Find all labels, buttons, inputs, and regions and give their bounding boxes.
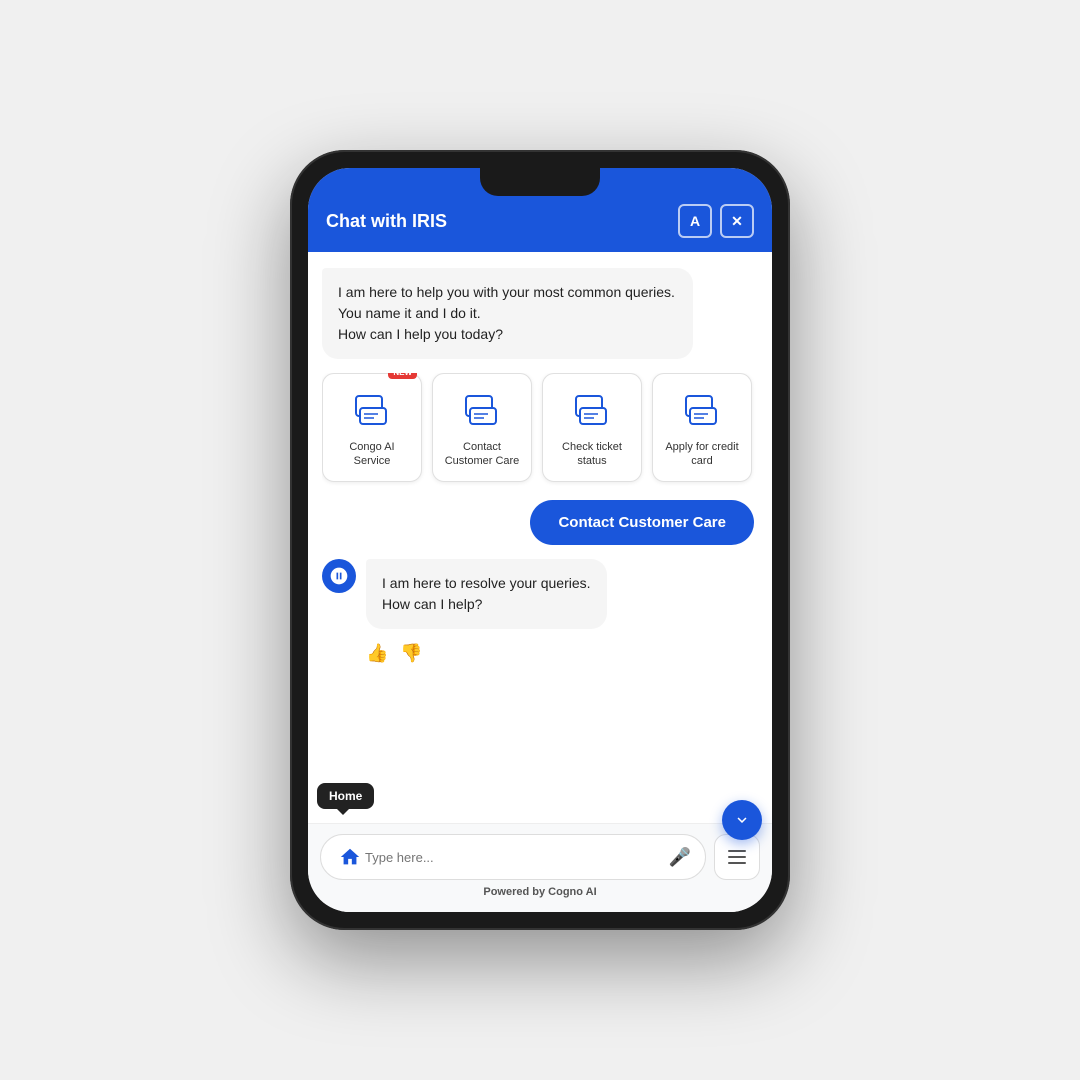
chat-body: I am here to help you with your most com… <box>308 252 772 823</box>
header-actions: A ✕ <box>678 204 754 238</box>
powered-by: Powered by Cogno AI <box>320 880 760 902</box>
close-button[interactable]: ✕ <box>720 204 754 238</box>
action-card-congo-ai[interactable]: NEW Congo AI Service <box>322 373 422 482</box>
bot-avatar <box>322 559 356 593</box>
chat-input[interactable] <box>365 850 669 865</box>
action-card-ticket-status-icon <box>570 388 614 432</box>
input-area: Home 🎤 <box>308 823 772 912</box>
feedback-row: 👍 👎 <box>366 643 758 664</box>
action-card-contact-care-icon <box>460 388 504 432</box>
quick-actions-row: NEW Congo AI Service <box>322 373 758 486</box>
bot-response-message: I am here to resolve your queries.How ca… <box>366 559 607 629</box>
thumbs-down-icon: 👎 <box>400 643 422 663</box>
microphone-icon: 🎤 <box>669 847 691 868</box>
thumbs-up-icon: 👍 <box>366 643 388 663</box>
thumbs-down-button[interactable]: 👎 <box>400 643 422 664</box>
iris-avatar-icon <box>329 566 349 586</box>
phone-notch <box>480 168 600 196</box>
close-icon: ✕ <box>731 213 743 230</box>
bot-greeting-message: I am here to help you with your most com… <box>322 268 693 359</box>
action-card-credit-card-icon <box>680 388 724 432</box>
chevron-down-icon <box>733 811 751 829</box>
action-card-contact-care[interactable]: Contact Customer Care <box>432 373 532 482</box>
action-card-congo-ai-icon <box>350 388 394 432</box>
menu-icon-line2 <box>728 856 746 858</box>
home-icon <box>339 846 361 868</box>
thumbs-up-button[interactable]: 👍 <box>366 643 388 664</box>
action-card-credit-card[interactable]: Apply for credit card <box>652 373 752 482</box>
powered-by-brand: Cogno AI <box>548 886 596 898</box>
chat-title: Chat with IRIS <box>326 211 447 232</box>
menu-icon-line3 <box>728 862 746 864</box>
bot-response-row: I am here to resolve your queries.How ca… <box>322 559 758 629</box>
new-badge: NEW <box>388 373 417 379</box>
input-row: Home 🎤 <box>320 834 760 880</box>
scroll-down-fab[interactable] <box>722 800 762 840</box>
action-card-ticket-status[interactable]: Check ticket status <box>542 373 642 482</box>
user-message-contact-care[interactable]: Contact Customer Care <box>530 500 754 545</box>
translate-button[interactable]: A <box>678 204 712 238</box>
action-card-contact-care-label: Contact Customer Care <box>443 440 521 469</box>
action-card-congo-ai-label: Congo AI Service <box>333 440 411 469</box>
phone-frame: Chat with IRIS A ✕ I am here to help you… <box>290 150 790 930</box>
action-card-credit-card-label: Apply for credit card <box>663 440 741 469</box>
menu-icon-line1 <box>728 850 746 852</box>
phone-screen: Chat with IRIS A ✕ I am here to help you… <box>308 168 772 912</box>
user-message-text: Contact Customer Care <box>558 514 726 531</box>
home-button[interactable] <box>335 842 365 872</box>
bot-response-text: I am here to resolve your queries.How ca… <box>382 575 591 612</box>
translate-icon: A <box>690 213 700 229</box>
microphone-button[interactable]: 🎤 <box>669 847 691 868</box>
powered-by-prefix: Powered by <box>483 886 548 898</box>
bot-greeting-text: I am here to help you with your most com… <box>338 284 675 342</box>
menu-button[interactable] <box>714 834 760 880</box>
input-container: Home 🎤 <box>320 834 706 880</box>
home-tooltip: Home <box>317 783 374 809</box>
action-card-ticket-status-label: Check ticket status <box>553 440 631 469</box>
